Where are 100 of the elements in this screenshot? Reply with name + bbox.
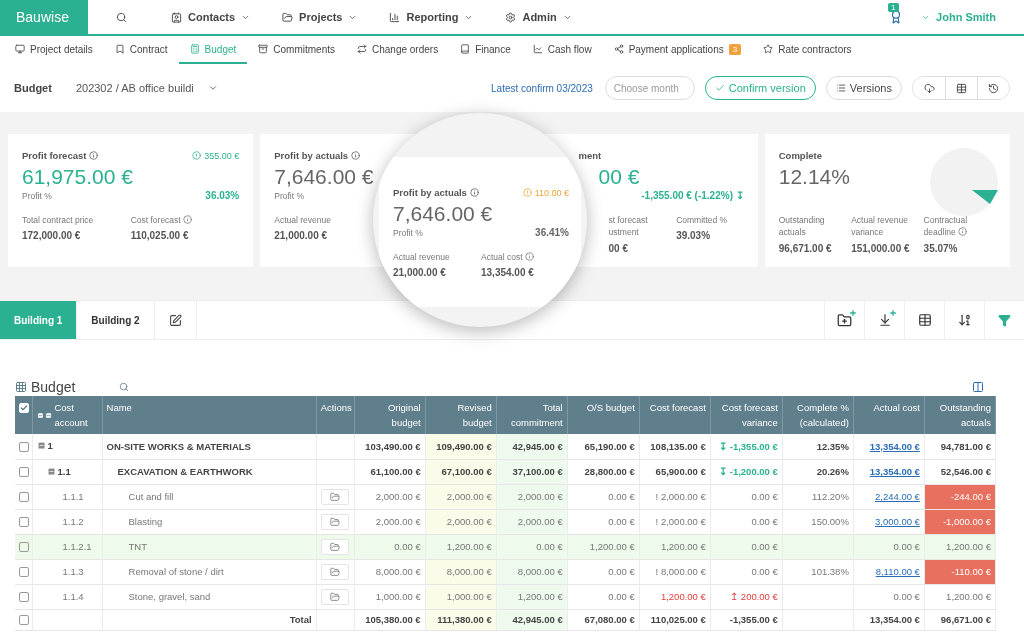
page-tab[interactable]: Rate contractors <box>752 36 863 64</box>
stat-label: Actual revenue <box>393 251 451 264</box>
page-tab[interactable]: Commitments <box>247 36 346 64</box>
table-icon <box>956 82 967 94</box>
table-cell: -1,355.00 € <box>710 609 783 630</box>
table-cell: 67,080.00 € <box>567 609 640 630</box>
item-name: Cut and fill <box>128 491 174 502</box>
latest-confirm-link[interactable]: Latest confirm 03/2023 <box>491 82 593 94</box>
row-checkbox[interactable] <box>19 517 29 528</box>
info-icon <box>524 252 534 261</box>
account-code: 1.1.2.1 <box>62 541 92 552</box>
total-label: Total <box>289 614 312 625</box>
account-code: 1.1 <box>57 465 71 477</box>
table-cell: ↥ 200.00 € <box>710 584 783 609</box>
field-label: Budget <box>14 82 52 94</box>
project-select[interactable]: 202302 / AB office buildi <box>69 81 224 95</box>
collapse-icon[interactable] <box>45 410 53 420</box>
calculator-icon <box>189 44 200 54</box>
row-checkbox[interactable] <box>19 492 29 503</box>
stat-label: st forecast ustment <box>608 214 649 239</box>
page-tab[interactable]: Cash flow <box>521 36 603 64</box>
filter-icon <box>998 313 1011 327</box>
alert-amount: 110.00 € <box>522 187 569 198</box>
select-all-checkbox[interactable] <box>19 403 29 414</box>
open-folder-button[interactable] <box>321 563 350 580</box>
collapse-icon[interactable] <box>36 441 46 451</box>
table-cell: 1,200.00 € <box>567 534 640 559</box>
table-cell: 110,025.00 € <box>639 609 711 630</box>
book-icon <box>460 44 471 54</box>
page-tab[interactable]: Project details <box>4 36 104 64</box>
card-title: Complete <box>778 150 823 161</box>
page-tab[interactable]: Finance <box>449 36 522 64</box>
nav-menu[interactable]: Admin <box>489 0 588 34</box>
row-checkbox[interactable] <box>19 542 29 553</box>
search-icon[interactable] <box>119 382 130 392</box>
item-name: Stone, gravel, sand <box>128 591 211 602</box>
stat-value: 39.03% <box>676 230 711 242</box>
nav-menu[interactable]: Projects <box>266 0 374 34</box>
grid-icon <box>15 381 27 393</box>
table-cell: 0.00 € <box>853 584 925 609</box>
row-checkbox[interactable] <box>19 615 29 626</box>
folder-icon <box>330 566 341 577</box>
table-cell: 109,490.00 € <box>425 434 497 459</box>
table-cell: 1,200.00 € <box>924 534 996 559</box>
page-tab[interactable]: Payment applications 3 <box>602 36 753 64</box>
stat-label: Actual revenue <box>274 214 332 227</box>
nav-menu[interactable]: Contacts <box>155 0 267 34</box>
card-title: Profit by actuals <box>274 150 361 161</box>
bookmark-icon <box>114 44 125 54</box>
nav-menu[interactable]: Reporting <box>373 0 490 34</box>
card-value: 61,975.00 € <box>22 165 133 189</box>
card-value: 7,646.00 € <box>274 165 374 189</box>
card-value: 7,646.00 € <box>393 202 493 226</box>
collapse-icon[interactable] <box>46 466 56 476</box>
collapse-icon[interactable] <box>36 410 44 420</box>
notification-badge: 1 <box>888 3 899 12</box>
table-cell: 61,100.00 € <box>354 459 426 484</box>
open-folder-button[interactable] <box>321 588 350 605</box>
settings-icon <box>505 11 517 23</box>
amount-link[interactable]: 13,354.00 € <box>853 434 925 459</box>
page-tab[interactable]: Change orders <box>346 36 450 64</box>
card-sub-value: -1,355.00 € (-1.22%) ↧ <box>641 190 744 201</box>
amount-link[interactable]: 2,244.00 € <box>853 484 925 509</box>
item-name: Blasting <box>128 516 163 527</box>
columns-icon[interactable] <box>972 381 984 393</box>
table-cell: 105,380.00 € <box>354 609 426 630</box>
versions-button[interactable]: Versions <box>825 76 902 100</box>
open-folder-button[interactable] <box>321 488 350 505</box>
stat-value: 21,000.00 € <box>393 267 446 279</box>
card-title: ment <box>578 150 602 161</box>
history-button[interactable] <box>977 77 1009 99</box>
table-cell: 96,671.00 € <box>924 609 996 630</box>
row-checkbox[interactable] <box>19 567 29 578</box>
page-tab[interactable]: Contract <box>103 36 179 64</box>
table-cell: 12.35% <box>782 434 854 459</box>
repeat-icon <box>357 44 367 54</box>
table-cell: 108,135.00 € <box>639 434 711 459</box>
month-field[interactable]: Choose month <box>604 76 695 100</box>
table-cell: 0.00 € <box>853 534 925 559</box>
amount-link[interactable]: 13,354.00 € <box>853 459 925 484</box>
card-sub-label: Profit % <box>22 190 52 201</box>
bar-chart-icon <box>389 11 401 23</box>
cloud-download-icon <box>923 82 935 94</box>
row-checkbox[interactable] <box>19 467 29 478</box>
stat-label: Cost forecast <box>130 214 197 227</box>
open-folder-button[interactable] <box>321 538 350 555</box>
info-icon <box>183 215 193 224</box>
row-checkbox[interactable] <box>19 592 29 603</box>
table-cell: 0.00 € <box>567 484 640 509</box>
check-icon <box>20 404 28 413</box>
table-cell: 94,781.00 € <box>924 434 996 459</box>
card-title: Profit by actuals <box>393 187 479 198</box>
info-icon <box>469 188 479 197</box>
card-value: 12.14% <box>778 165 850 189</box>
amount-link[interactable]: 8,110.00 € <box>853 559 925 584</box>
open-folder-button[interactable] <box>321 513 350 530</box>
row-checkbox[interactable] <box>19 442 29 452</box>
table-cell: 65,190.00 € <box>567 434 640 459</box>
amount-link[interactable]: 3,000.00 € <box>853 509 925 534</box>
column-header[interactable]: Name <box>106 400 132 415</box>
